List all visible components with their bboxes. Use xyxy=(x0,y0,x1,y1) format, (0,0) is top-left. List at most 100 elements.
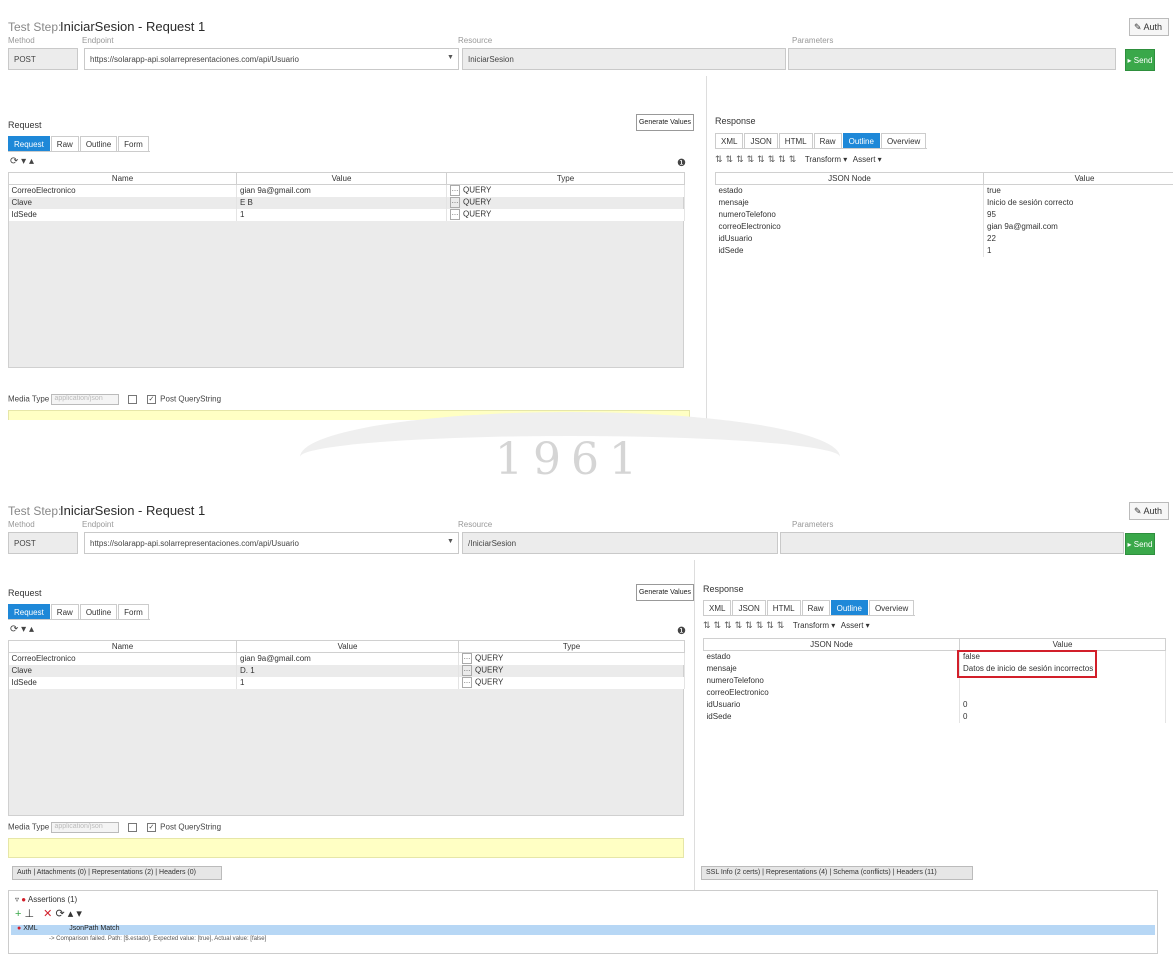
media-checkbox[interactable] xyxy=(127,395,137,404)
tab-outline[interactable]: Outline xyxy=(79,136,118,151)
resource-input[interactable]: IniciarSesion xyxy=(462,48,786,70)
add-assertion-icon[interactable]: + xyxy=(15,908,21,920)
table-row[interactable]: mensaje Inicio de sesión correcto xyxy=(715,196,1173,209)
param-type[interactable]: … QUERY xyxy=(458,652,685,665)
expand-icon[interactable]: ⇅⇅⇅⇅⇅⇅⇅⇅ xyxy=(715,154,799,164)
media-checkbox[interactable] xyxy=(127,823,137,832)
json-node[interactable]: estado xyxy=(715,184,984,197)
param-type[interactable]: … QUERY xyxy=(458,676,685,689)
table-row[interactable]: idUsuario 22 xyxy=(715,232,1173,245)
refresh-icon[interactable]: ⟳ xyxy=(55,908,64,920)
tab-form[interactable]: Form xyxy=(118,604,149,619)
table-row[interactable]: idSede 1 xyxy=(715,244,1173,257)
param-type[interactable]: … QUERY xyxy=(446,196,685,209)
refresh-icon[interactable]: ⟳ xyxy=(10,624,18,635)
json-node[interactable]: idSede xyxy=(715,244,984,257)
tab-raw[interactable]: Raw xyxy=(813,133,842,148)
auth-button[interactable]: ✎ Auth xyxy=(1129,502,1169,520)
move-up-icon[interactable]: ▴ xyxy=(29,156,34,167)
assertion-row[interactable]: ● XML JsonPath Match xyxy=(11,925,1155,935)
ellipsis-button[interactable]: … xyxy=(450,185,460,197)
resource-input[interactable]: /IniciarSesion xyxy=(462,532,778,554)
send-button[interactable]: ▸ Send xyxy=(1125,49,1155,71)
column-json-node[interactable]: JSON Node xyxy=(715,172,984,185)
json-node[interactable]: numeroTelefono xyxy=(703,674,960,687)
endpoint-dropdown-icon[interactable]: ▼ xyxy=(447,538,454,545)
table-row[interactable]: correoElectronico gian 9a@gmail.com xyxy=(715,220,1173,233)
column-value[interactable]: Value xyxy=(959,638,1166,651)
method-select[interactable]: POST xyxy=(8,532,78,554)
remove-icon[interactable]: ✕ xyxy=(43,908,52,920)
refresh-icon[interactable]: ⟳ xyxy=(10,156,18,167)
tab-overview[interactable]: Overview xyxy=(868,600,915,615)
transform-menu[interactable]: Transform ▾ xyxy=(805,155,847,164)
param-name[interactable]: CorreoElectronico xyxy=(8,652,237,665)
media-type-select[interactable]: application/json xyxy=(51,394,120,405)
request-body-editor[interactable] xyxy=(8,838,684,858)
json-node[interactable]: correoElectronico xyxy=(715,220,984,233)
table-row[interactable]: CorreoElectronico gian 9a@gmail.com … QUE… xyxy=(8,652,685,665)
table-row[interactable]: CorreoElectronico gian 9a@gmail.com … QUE… xyxy=(8,184,685,197)
configure-icon[interactable]: ⊥ xyxy=(25,908,35,920)
media-type-select[interactable]: application/json xyxy=(51,822,120,833)
json-value[interactable]: true xyxy=(983,184,1173,197)
tab-request[interactable]: Request xyxy=(8,136,50,151)
parameters-input[interactable] xyxy=(780,532,1124,554)
json-node[interactable]: correoElectronico xyxy=(703,686,960,699)
param-value[interactable]: gian 9a@gmail.com xyxy=(236,652,459,665)
tab-json[interactable]: JSON xyxy=(732,600,766,615)
param-type[interactable]: … QUERY xyxy=(458,664,685,677)
ellipsis-button[interactable]: … xyxy=(450,197,460,208)
move-up-icon[interactable]: ▴ xyxy=(29,624,34,635)
param-name[interactable]: Clave xyxy=(8,664,237,677)
tab-outline[interactable]: Outline xyxy=(830,600,868,615)
post-querystring-checkbox[interactable]: ✓ xyxy=(146,395,156,404)
move-up-icon[interactable]: ▴ xyxy=(68,908,74,920)
tab-outline[interactable]: Outline xyxy=(79,604,118,619)
generate-values-button[interactable]: Generate Values xyxy=(636,584,694,601)
ellipsis-button[interactable]: … xyxy=(462,665,472,676)
tab-raw[interactable]: Raw xyxy=(801,600,830,615)
tab-raw[interactable]: Raw xyxy=(50,136,79,151)
json-node[interactable]: mensaje xyxy=(703,662,960,675)
tab-form[interactable]: Form xyxy=(118,136,149,151)
move-down-icon[interactable]: ▾ xyxy=(21,156,26,167)
generate-values-button[interactable]: Generate Values xyxy=(636,114,694,131)
tab-html[interactable]: HTML xyxy=(778,133,813,148)
table-row[interactable]: numeroTelefono 95 xyxy=(715,208,1173,221)
endpoint-input[interactable]: https://solarapp-api.solarrepresentacion… xyxy=(84,48,459,70)
table-row[interactable]: estado true xyxy=(715,184,1173,197)
ellipsis-button[interactable]: … xyxy=(462,677,472,688)
json-value[interactable]: 1 xyxy=(983,244,1173,257)
ellipsis-button[interactable]: … xyxy=(462,653,472,665)
json-value[interactable]: 0 xyxy=(959,710,1166,723)
param-name[interactable]: IdSede xyxy=(8,676,237,689)
tab-outline[interactable]: Outline xyxy=(842,133,880,148)
column-value[interactable]: Value xyxy=(236,172,447,185)
transform-menu[interactable]: Transform ▾ xyxy=(793,621,835,630)
table-row[interactable]: Clave E B … QUERY xyxy=(8,196,685,209)
ellipsis-button[interactable]: … xyxy=(450,209,460,220)
column-value[interactable]: Value xyxy=(236,640,459,653)
json-node[interactable]: mensaje xyxy=(715,196,984,209)
info-icon[interactable]: ❶ xyxy=(677,158,686,169)
param-type[interactable]: … QUERY xyxy=(446,208,685,221)
json-value[interactable]: 22 xyxy=(983,232,1173,245)
column-value[interactable]: Value xyxy=(983,172,1173,185)
tab-overview[interactable]: Overview xyxy=(880,133,927,148)
tab-xml[interactable]: XML xyxy=(703,600,732,615)
assert-menu[interactable]: Assert ▾ xyxy=(841,621,870,630)
param-value[interactable]: 1 xyxy=(236,208,447,221)
param-value[interactable]: E B xyxy=(236,196,447,209)
table-row[interactable]: IdSede 1 … QUERY xyxy=(8,208,685,221)
json-value[interactable]: 0 xyxy=(959,698,1166,711)
json-value[interactable]: gian 9a@gmail.com xyxy=(983,220,1173,233)
response-bottom-tabs[interactable]: SSL Info (2 certs) | Representations (4)… xyxy=(701,866,973,880)
assertions-title[interactable]: ▿ ● Assertions (1) xyxy=(15,895,77,904)
param-name[interactable]: Clave xyxy=(8,196,237,209)
send-button[interactable]: ▸ Send xyxy=(1125,533,1155,555)
column-type[interactable]: Type xyxy=(446,172,685,185)
tab-json[interactable]: JSON xyxy=(744,133,778,148)
tab-xml[interactable]: XML xyxy=(715,133,744,148)
table-row[interactable]: correoElectronico xyxy=(703,686,1166,699)
